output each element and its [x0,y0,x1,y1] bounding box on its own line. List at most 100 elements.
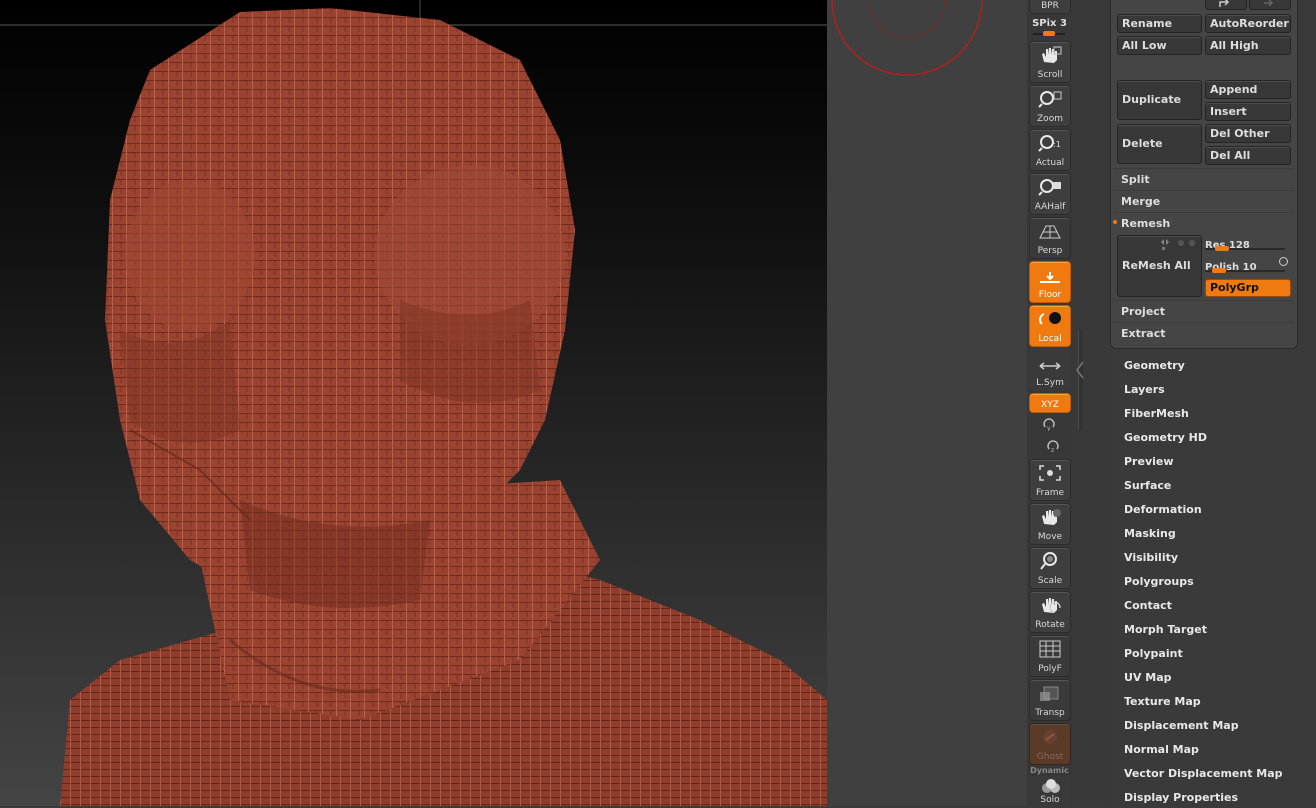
menu-item-displacement-map[interactable]: Displacement Map [1124,719,1239,732]
rename-button[interactable]: Rename [1117,14,1202,33]
menu-item-layers[interactable]: Layers [1124,383,1165,396]
lsym-label: L.Sym [1036,378,1064,388]
menu-item-geometry-hd[interactable]: Geometry HD [1124,431,1207,444]
polyf-button[interactable]: PolyF [1029,635,1071,677]
arrow-down-button[interactable] [1249,0,1291,10]
xyz-button[interactable]: XYZ [1029,393,1071,413]
spix-slider-label: SPix 3 [1032,18,1067,29]
menu-item-masking[interactable]: Masking [1124,527,1176,540]
menu-item-visibility[interactable]: Visibility [1124,551,1178,564]
transparency-icon [1040,686,1059,701]
voxel-head-model[interactable] [0,0,827,806]
insert-button[interactable]: Insert [1205,102,1291,121]
polyframe-icon [1039,640,1061,658]
menu-item-morph-target[interactable]: Morph Target [1124,623,1207,636]
project-section[interactable]: Project [1113,300,1294,321]
menu-item-polygroups[interactable]: Polygroups [1124,575,1194,588]
autoreorder-button[interactable]: AutoReorder [1205,14,1291,33]
res-knob[interactable] [1214,246,1229,251]
arrow-down-icon [1264,0,1274,7]
aahalf-magnifier-icon [1038,179,1061,196]
menu-item-surface[interactable]: Surface [1124,479,1171,492]
brush-focal-circle [868,0,946,39]
del-all-button[interactable]: Del All [1205,146,1291,165]
zoom-label: Zoom [1037,114,1063,124]
move-label: Move [1037,532,1063,542]
transp-button[interactable]: Transp [1029,679,1071,721]
aahalf-button[interactable]: AAHalf [1029,173,1071,215]
remesh-options-icon [1161,239,1195,250]
solo-button[interactable]: Solo [1029,776,1071,808]
floor-label: Floor [1038,290,1062,300]
subtool-subpalette: Rename AutoReorder All Low All High Dupl… [1110,0,1298,349]
actual-button[interactable]: :1 Actual [1029,129,1071,171]
divider-handle[interactable] [1078,330,1083,430]
menu-item-polypaint[interactable]: Polypaint [1124,647,1183,660]
lsym-button[interactable]: L.Sym [1029,349,1071,391]
ghost-icon [1043,730,1057,744]
duplicate-button[interactable]: Duplicate [1117,80,1202,120]
move-button[interactable]: Move [1029,503,1071,545]
frame-label: Frame [1035,488,1065,498]
ghost-button[interactable]: Ghost [1029,723,1071,765]
polygrp-toggle[interactable]: PolyGrp [1205,279,1291,297]
rotate-y-icon[interactable]: y [1042,416,1056,432]
floor-icon [1040,272,1060,283]
rotate-button[interactable]: Rotate [1029,591,1071,633]
menu-item-uv-map[interactable]: UV Map [1124,671,1172,684]
scale-button[interactable]: Scale [1029,547,1071,589]
polish-slider[interactable]: Polish 10 [1205,255,1287,274]
frame-icon [1039,465,1061,481]
solo-icon [1042,779,1060,793]
3d-viewport[interactable] [0,0,827,806]
arrow-up-icon [1219,0,1230,7]
del-other-button[interactable]: Del Other [1205,124,1291,143]
menu-item-normal-map[interactable]: Normal Map [1124,743,1199,756]
extract-section[interactable]: Extract [1113,322,1294,343]
menu-item-preview[interactable]: Preview [1124,455,1174,468]
ghost-label: Ghost [1036,752,1064,762]
floor-button[interactable]: Floor [1029,261,1071,303]
perspective-grid-icon [1039,225,1061,239]
all-low-button[interactable]: All Low [1117,36,1202,55]
polyf-label: PolyF [1038,664,1062,674]
delete-button[interactable]: Delete [1117,124,1202,164]
append-button[interactable]: Append [1205,80,1291,99]
actual-label: Actual [1035,158,1065,168]
svg-text::1: :1 [1053,140,1061,149]
res-slider[interactable]: Res 128 [1205,233,1287,252]
menu-item-vector-displacement-map[interactable]: Vector Displacement Map [1124,767,1283,780]
all-high-button[interactable]: All High [1205,36,1291,55]
xyz-label: XYZ [1041,400,1059,410]
zoom-button[interactable]: Zoom [1029,85,1071,127]
merge-section[interactable]: Merge [1113,190,1294,211]
frame-button[interactable]: Frame [1029,459,1071,501]
scroll-button[interactable]: Scroll [1029,41,1071,83]
local-pivot-icon [1039,312,1061,325]
spix-slider[interactable] [1033,31,1065,36]
bpr-button[interactable]: BPR [1029,0,1071,14]
bpr-label: BPR [1041,1,1059,11]
scroll-label: Scroll [1037,70,1063,80]
menu-item-fibermesh[interactable]: FiberMesh [1124,407,1189,420]
hand-scroll-icon [1042,46,1062,63]
rotate-label: Rotate [1035,620,1065,630]
persp-button[interactable]: Persp [1029,217,1071,259]
rotate-z-icon[interactable]: z [1046,438,1060,454]
menu-item-display-properties[interactable]: Display Properties [1124,791,1238,804]
local-button[interactable]: Local [1029,305,1071,347]
panel-divider[interactable] [1072,0,1110,806]
collapse-arrow-icon[interactable] [1075,360,1085,380]
svg-text:z: z [1051,447,1054,453]
spix-slider-knob[interactable] [1043,31,1055,36]
polish-knob[interactable] [1211,268,1226,273]
remesh-section[interactable]: Remesh [1113,212,1294,233]
local-symmetry-icon [1039,362,1061,370]
split-section[interactable]: Split [1113,168,1294,189]
arrow-up-button[interactable] [1205,0,1247,10]
menu-item-contact[interactable]: Contact [1124,599,1172,612]
menu-item-geometry[interactable]: Geometry [1124,359,1185,372]
menu-item-deformation[interactable]: Deformation [1124,503,1202,516]
polish-toggle-icon[interactable] [1279,257,1288,266]
menu-item-texture-map[interactable]: Texture Map [1124,695,1201,708]
